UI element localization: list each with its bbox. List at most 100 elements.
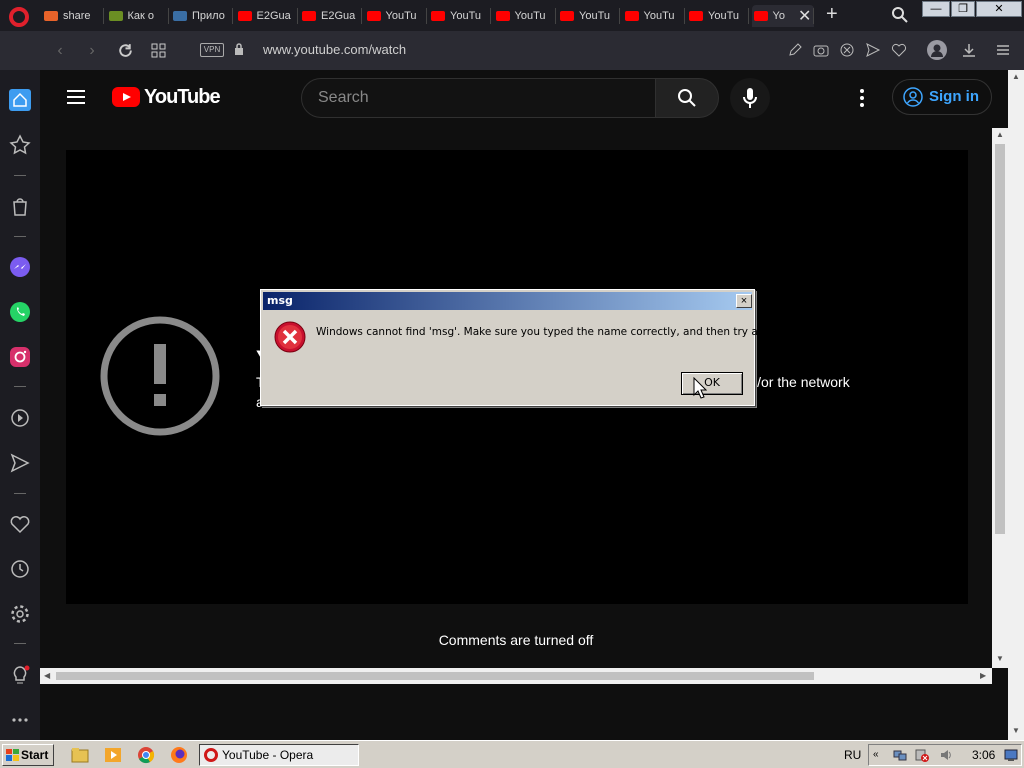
tab-search-icon[interactable] <box>891 6 909 24</box>
player-icon[interactable] <box>9 407 31 429</box>
tab-strip: share Как о Прило E2Gua E2Gua YouTu YouTu YouTu… <box>0 0 1024 31</box>
download-icon[interactable] <box>961 42 977 58</box>
browser-tab[interactable]: E2Gua <box>300 5 362 27</box>
tab-favicon-icon <box>302 11 316 21</box>
dialog-titlebar[interactable]: msg × <box>263 292 752 310</box>
back-icon[interactable]: ‹ <box>50 41 70 61</box>
tab-separator <box>812 8 814 24</box>
settings-icon[interactable] <box>9 603 31 625</box>
history-icon[interactable] <box>9 558 31 580</box>
tab-label: E2Gua <box>256 10 291 22</box>
tab-separator <box>554 8 556 24</box>
clock[interactable]: 3:06 <box>972 748 995 762</box>
sign-in-button[interactable]: Sign in <box>892 79 992 115</box>
more-icon[interactable] <box>9 709 31 731</box>
heart-icon[interactable] <box>891 42 907 58</box>
browser-tab[interactable]: YouTu <box>687 5 749 27</box>
firefox-icon[interactable] <box>170 746 188 764</box>
tab-separator <box>361 8 362 24</box>
messenger-icon[interactable] <box>9 256 31 278</box>
home-icon[interactable] <box>9 89 31 111</box>
speed-dial-icon[interactable] <box>151 43 166 58</box>
send-icon[interactable] <box>9 452 31 474</box>
youtube-wordmark[interactable]: YouTube <box>144 86 221 109</box>
browser-tab[interactable]: E2Gua <box>236 5 298 27</box>
tab-label: YouTu <box>643 10 675 22</box>
close-tab-icon[interactable]: ✕ <box>798 6 811 26</box>
windows-logo-icon <box>6 749 19 761</box>
reload-icon[interactable] <box>117 42 134 59</box>
close-window-button[interactable]: ✕ <box>976 1 1022 17</box>
system-tray: « 3:06 <box>868 744 1022 766</box>
browser-tab[interactable]: Как о <box>107 5 169 27</box>
tab-favicon-icon <box>44 11 58 21</box>
tray-expand-icon[interactable]: « <box>873 748 887 762</box>
menu-icon[interactable] <box>67 90 85 104</box>
security-alert-icon[interactable] <box>915 748 929 762</box>
explorer-icon[interactable] <box>71 746 89 764</box>
easy-setup-icon[interactable] <box>995 42 1011 58</box>
tab-favicon-icon <box>108 11 123 21</box>
heart-icon[interactable] <box>9 513 31 535</box>
restore-button[interactable]: ❐ <box>951 1 975 17</box>
scrollbar-thumb[interactable] <box>56 672 814 680</box>
address-bar: ‹ › VPN www.youtube.com/watch <box>0 31 1024 70</box>
dialog-close-button[interactable]: × <box>736 294 752 308</box>
start-button[interactable]: Start <box>2 744 54 766</box>
browser-tab[interactable]: YouTu <box>494 5 556 27</box>
ok-button[interactable]: OK <box>681 372 743 395</box>
search-button[interactable] <box>655 78 719 118</box>
tab-separator <box>619 8 620 24</box>
voice-search-button[interactable] <box>730 78 770 118</box>
taskbar-opera-window[interactable]: YouTube - Opera <box>199 744 359 766</box>
send-icon[interactable] <box>865 42 881 58</box>
language-indicator[interactable]: RU <box>844 748 861 762</box>
show-desktop-icon[interactable] <box>1004 748 1018 762</box>
opera-menu-icon[interactable] <box>9 7 29 27</box>
comments-status: Comments are turned off <box>438 632 594 648</box>
adblock-icon[interactable] <box>839 42 855 58</box>
tab-separator <box>683 8 685 24</box>
tab-label: Как о <box>127 10 155 22</box>
tab-label: YouTu <box>385 10 417 22</box>
snapshot-icon[interactable] <box>813 42 829 58</box>
browser-tab[interactable]: Прило <box>171 5 233 27</box>
dialog-title: msg <box>267 294 293 307</box>
tab-separator <box>232 8 233 24</box>
page-vertical-scrollbar[interactable]: ▲ ▼ <box>992 128 1008 668</box>
tab-separator <box>425 8 427 24</box>
vpn-badge[interactable]: VPN <box>200 43 224 57</box>
tab-favicon-icon <box>495 11 510 21</box>
browser-tab[interactable]: YouTu <box>623 5 685 27</box>
chrome-icon[interactable] <box>137 746 155 764</box>
tab-label: Yo <box>772 10 785 22</box>
sign-in-label: Sign in <box>929 88 979 105</box>
browser-tab[interactable]: YouTu <box>429 5 491 27</box>
media-player-icon[interactable] <box>104 746 122 764</box>
search-input[interactable]: Search <box>301 78 656 118</box>
browser-tab[interactable]: share <box>42 5 104 27</box>
opera-icon <box>204 748 218 762</box>
url-field[interactable]: www.youtube.com/watch <box>263 42 406 57</box>
pinboard-icon[interactable] <box>9 134 31 156</box>
volume-icon[interactable] <box>939 748 953 762</box>
profile-icon[interactable] <box>927 40 947 60</box>
window-vertical-scrollbar[interactable]: ▲ ▼ <box>1008 70 1024 740</box>
shopping-icon[interactable] <box>9 195 31 217</box>
scrollbar-thumb[interactable] <box>995 144 1005 534</box>
whatsapp-icon[interactable] <box>9 301 31 323</box>
browser-tab[interactable]: YouTu <box>365 5 427 27</box>
network-icon[interactable] <box>893 748 907 762</box>
instagram-icon[interactable] <box>9 346 31 368</box>
edit-icon[interactable] <box>787 42 803 58</box>
youtube-logo-icon[interactable] <box>112 87 140 107</box>
horizontal-scrollbar[interactable]: ◀ ▶ <box>40 668 992 684</box>
minimize-button[interactable]: — <box>922 1 950 17</box>
new-tab-button[interactable]: + <box>826 3 838 26</box>
lock-icon[interactable] <box>234 42 244 56</box>
forward-icon[interactable]: › <box>82 41 102 61</box>
sidebar-divider <box>14 643 26 644</box>
browser-tab[interactable]: YouTu <box>558 5 620 27</box>
tips-bulb-icon[interactable] <box>9 664 31 686</box>
settings-kebab-icon[interactable] <box>854 88 870 108</box>
